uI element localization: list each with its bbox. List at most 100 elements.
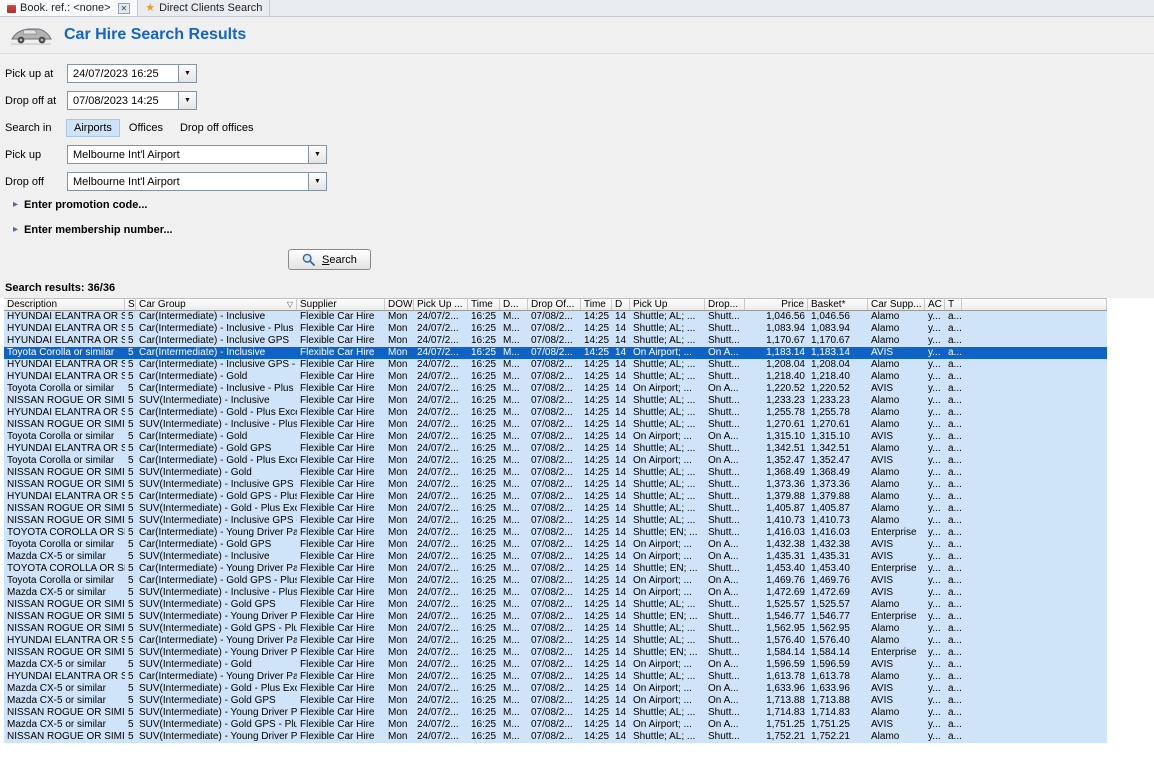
column-header-pick-up[interactable]: Pick Up (630, 299, 705, 310)
result-row[interactable]: HYUNDAI ELANTRA OR SIM...5 Car(Intermedia… (4, 407, 1107, 419)
column-header-pick-up[interactable]: Pick Up ... (414, 299, 468, 310)
close-tab-icon[interactable]: ✕ (117, 2, 131, 14)
column-header-t[interactable]: T (945, 299, 962, 310)
result-row[interactable]: TOYOTA COROLLA OR SIMIL...5 Car(Intermedi… (4, 527, 1107, 539)
result-row[interactable]: NISSAN ROGUE OR SIMILAR5 SUV(Intermediate… (4, 479, 1107, 491)
result-row[interactable]: Mazda CX-5 or similar 5 SUV(Intermediate) … (4, 695, 1107, 707)
column-header-car-supp[interactable]: Car Supp... (868, 299, 925, 310)
column-header-dow[interactable]: DOW (385, 299, 414, 310)
cell: AVIS (871, 539, 894, 550)
result-row[interactable]: Mazda CX-5 or similar 5 SUV(Intermediate) … (4, 719, 1107, 731)
result-row[interactable]: Toyota Corolla or similar 5 Car(Intermedia… (4, 539, 1107, 551)
cell: 5 (128, 491, 134, 502)
membership-number-expander[interactable]: ▸ Enter membership number... (13, 224, 1154, 236)
cell: 5 (128, 575, 134, 586)
cell: y... (928, 407, 941, 418)
result-row[interactable]: TOYOTA COROLLA OR SIMIL...5 Car(Intermedi… (4, 563, 1107, 575)
result-row[interactable]: HYUNDAI ELANTRA OR SIM...5 Car(Intermedia… (4, 371, 1107, 383)
column-header-ac[interactable]: AC (925, 299, 945, 310)
cell: 24/07/2... (417, 695, 459, 706)
result-row[interactable]: Toyota Corolla or similar 5 Car(Intermedia… (4, 383, 1107, 395)
cell: HYUNDAI ELANTRA OR SIM... (7, 635, 125, 646)
result-row[interactable]: NISSAN ROGUE OR SIMILAR5 SUV(Intermediate… (4, 599, 1107, 611)
dropdown-arrow-icon[interactable]: ▼ (179, 64, 197, 83)
cell: Shuttle; AL; ... (633, 335, 696, 346)
result-row[interactable]: NISSAN ROGUE OR SIMILAR5 SUV(Intermediate… (4, 731, 1107, 743)
column-header-d[interactable]: D (612, 299, 630, 310)
cell: Shuttle; AL; ... (633, 503, 696, 514)
cell: 07/08/2... (531, 467, 573, 478)
dropoff-location-dropdown[interactable]: Melbourne Int'l Airport ▼ (67, 172, 327, 191)
tab-direct-clients-search[interactable]: ★ Direct Clients Search (138, 0, 271, 16)
result-row[interactable]: HYUNDAI ELANTRA OR SIM...5 Car(Intermedia… (4, 635, 1107, 647)
result-row[interactable]: HYUNDAI ELANTRA OR SIM...5 Car(Intermedia… (4, 335, 1107, 347)
result-row[interactable]: NISSAN ROGUE OR SIMILAR5 SUV(Intermediate… (4, 611, 1107, 623)
result-row[interactable]: Toyota Corolla or similar 5 Car(Intermedia… (4, 455, 1107, 467)
column-header-price[interactable]: Price (745, 299, 808, 310)
column-header-drop[interactable]: Drop... (705, 299, 745, 310)
cell: 07/08/2... (531, 359, 573, 370)
result-row[interactable]: Mazda CX-5 or similar 5 SUV(Intermediate) … (4, 587, 1107, 599)
result-row[interactable]: Toyota Corolla or similar 5 Car(Intermedia… (4, 347, 1107, 359)
cell: On Airport; ... (633, 695, 692, 706)
dropdown-arrow-icon[interactable]: ▼ (309, 172, 327, 191)
result-row[interactable]: NISSAN ROGUE OR SIMILAR5 SUV(Intermediate… (4, 623, 1107, 635)
column-header-time[interactable]: Time (468, 299, 500, 310)
tab-booking-ref[interactable]: Book. ref.: <none> ✕ (0, 0, 139, 16)
cell: 24/07/2... (417, 443, 459, 454)
cell: 1,083.94 (766, 323, 805, 334)
result-row[interactable]: NISSAN ROGUE OR SIMILAR5 SUV(Intermediate… (4, 647, 1107, 659)
cell: 14 (615, 695, 627, 706)
cell: 24/07/2... (417, 527, 459, 538)
dropdown-arrow-icon[interactable]: ▼ (179, 91, 197, 110)
cell: On A... (708, 347, 739, 358)
result-row[interactable]: HYUNDAI ELANTRA OR SIM...5 Car(Intermedia… (4, 491, 1107, 503)
result-row[interactable]: NISSAN ROGUE OR SIMILAR5 SUV(Intermediate… (4, 467, 1107, 479)
column-header-description[interactable]: Description (4, 299, 125, 310)
search-button[interactable]: Search (288, 249, 371, 270)
cell-filler (962, 467, 1107, 479)
result-row[interactable]: HYUNDAI ELANTRA OR SIM...5 Car(Intermedia… (4, 671, 1107, 683)
result-row[interactable]: HYUNDAI ELANTRA OR SIM...5 Car(Intermedia… (4, 323, 1107, 335)
search-in-tab-offices[interactable]: Offices (122, 120, 170, 136)
cell: 5 (128, 527, 134, 538)
column-header-s[interactable]: S (125, 299, 136, 310)
cell: Mon (388, 551, 408, 562)
result-row[interactable]: Mazda CX-5 or similar 5 SUV(Intermediate) … (4, 659, 1107, 671)
result-row[interactable]: NISSAN ROGUE OR SIMILAR5 SUV(Intermediate… (4, 503, 1107, 515)
result-row[interactable]: HYUNDAI ELANTRA OR SIM...5 Car(Intermedia… (4, 359, 1107, 371)
column-header-d[interactable]: D... (500, 299, 528, 310)
column-header-drop-of[interactable]: Drop Of... (528, 299, 581, 310)
pickup-datetime-dropdown[interactable]: 24/07/2023 16:25 ▼ (67, 64, 197, 83)
cell: 1,469.76 (766, 575, 805, 586)
cell: 1,416.03 (811, 527, 850, 538)
search-in-tab-airports[interactable]: Airports (66, 118, 120, 137)
result-row[interactable]: NISSAN ROGUE OR SIMILAR5 SUV(Intermediate… (4, 419, 1107, 431)
column-header-time[interactable]: Time (581, 299, 612, 310)
search-in-tab-dropoff-offices[interactable]: Drop off offices (173, 120, 261, 136)
result-row[interactable]: Toyota Corolla or similar 5 Car(Intermedia… (4, 431, 1107, 443)
result-row[interactable]: NISSAN ROGUE OR SIMILAR5 SUV(Intermediate… (4, 395, 1107, 407)
result-row[interactable]: HYUNDAI ELANTRA OR SIM...5 Car(Intermedia… (4, 311, 1107, 323)
cell-filler (962, 371, 1107, 383)
result-row[interactable]: HYUNDAI ELANTRA OR SIM...5 Car(Intermedia… (4, 443, 1107, 455)
cell: 07/08/2... (531, 527, 573, 538)
column-header-car-group[interactable]: Car Group ▽ (136, 299, 297, 310)
dropoff-datetime-dropdown[interactable]: 07/08/2023 14:25 ▼ (67, 91, 197, 110)
cell: NISSAN ROGUE OR SIMILAR (7, 515, 125, 526)
pickup-location-dropdown[interactable]: Melbourne Int'l Airport ▼ (67, 145, 327, 164)
result-row[interactable]: NISSAN ROGUE OR SIMILAR5 SUV(Intermediate… (4, 515, 1107, 527)
cell: 07/08/2... (531, 731, 573, 742)
dropdown-arrow-icon[interactable]: ▼ (309, 145, 327, 164)
column-header-supplier[interactable]: Supplier (297, 299, 385, 310)
result-row[interactable]: Mazda CX-5 or similar 5 SUV(Intermediate) … (4, 683, 1107, 695)
cell: M... (503, 491, 520, 502)
filter-icon[interactable]: ▽ (287, 300, 293, 309)
promotion-code-expander[interactable]: ▸ Enter promotion code... (13, 199, 1154, 211)
cell-filler (962, 383, 1107, 395)
result-row[interactable]: NISSAN ROGUE OR SIMILAR5 SUV(Intermediate… (4, 707, 1107, 719)
column-header-basket[interactable]: Basket* (808, 299, 868, 310)
result-row[interactable]: Toyota Corolla or similar 5 Car(Intermedia… (4, 575, 1107, 587)
cell: On Airport; ... (633, 719, 692, 730)
result-row[interactable]: Mazda CX-5 or similar 5 SUV(Intermediate) … (4, 551, 1107, 563)
